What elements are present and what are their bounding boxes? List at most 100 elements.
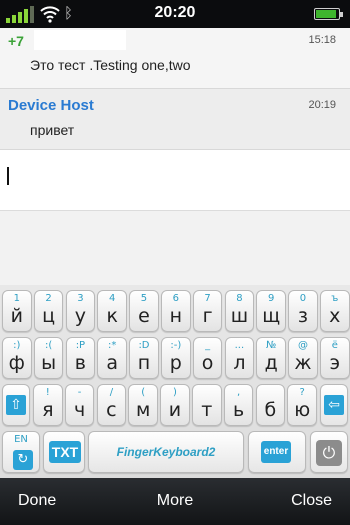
key-д[interactable]: № д [256,337,286,379]
key-г[interactable]: 7г [192,290,223,332]
message-time: 15:18 [308,34,336,46]
key-п[interactable]: :D п [129,337,159,379]
message-sender: Device Host [8,97,94,114]
key-м[interactable]: (м [128,384,158,426]
key-primary-label: р [169,352,182,374]
key-я[interactable]: ! я [33,384,63,426]
key-primary-label: ф [8,352,25,374]
key-primary-label: щ [262,305,281,327]
battery-icon [314,8,343,20]
key-primary-label: э [329,352,341,374]
key-secondary-label: 2 [45,293,52,304]
key-ш[interactable]: 8ш [224,290,255,332]
key-secondary-label: ё [331,340,338,351]
key-з[interactable]: 0з [288,290,318,332]
key-щ[interactable]: 9щ [256,290,286,332]
key-у[interactable]: 3у [65,290,96,332]
key-ч[interactable]: -ч [64,384,95,426]
empty-area [0,211,350,285]
key-в[interactable]: :P в [65,337,96,379]
txt-label: TXT [49,441,81,463]
key-primary-label: й [10,305,23,327]
text-cursor [7,167,9,185]
key-primary-label: м [136,399,151,421]
key-secondary-label: :-) [170,340,182,351]
key-ю[interactable]: ? ю [287,384,317,426]
key-й[interactable]: 1й [2,290,32,332]
key-а[interactable]: :* а [97,337,127,379]
key-primary-label: в [74,352,86,374]
key-secondary-label: 3 [77,293,84,304]
key-secondary-label: ! [45,387,50,398]
key-secondary-label: / [109,387,114,398]
key-primary-label: г [202,305,213,327]
key-primary-label: ы [41,352,57,374]
compose-input[interactable] [0,150,350,211]
key-secondary-label: 9 [268,293,275,304]
message-sender: +7 [8,33,24,49]
key-х[interactable]: ъх [320,290,350,332]
key-primary-label: х [329,305,341,327]
key-secondary-label: 1 [13,293,20,304]
key-secondary-label: 0 [299,293,307,304]
space-key[interactable]: FingerKeyboard2 [88,431,244,473]
key-ж[interactable]: @ ж [288,337,318,379]
space-key-label: FingerKeyboard2 [116,445,216,459]
key-primary-label: ь [232,399,245,421]
key-primary-label: о [201,352,214,374]
key-primary-label: л [233,352,246,374]
language-key[interactable]: EN ↻ [2,431,40,473]
key-secondary-label: № [265,340,277,351]
key-л[interactable]: ... л [224,337,255,379]
message-text: Это тест .Testing one,two [30,57,191,73]
power-key[interactable]: ⏻ [310,431,348,473]
key-ь[interactable]: ,ь [223,384,254,426]
key-с[interactable]: / с [96,384,127,426]
key-secondary-label: :P [75,340,86,351]
key-ц[interactable]: 2ц [33,290,64,332]
key-н[interactable]: 6н [161,290,191,332]
key-т[interactable]: т [192,384,222,426]
message-item[interactable]: Device Host 20:19 привет [0,89,350,150]
key-э[interactable]: ёэ [320,337,350,379]
key-secondary-label: ? [299,387,305,398]
key-secondary-label: @ [297,340,308,351]
key-primary-label: з [297,305,309,327]
key-о[interactable]: _ о [192,337,223,379]
key-и[interactable]: ) и [160,384,190,426]
key-primary-label: ю [294,399,311,421]
power-icon: ⏻ [316,440,342,466]
redacted-number [34,30,126,50]
enter-key[interactable]: enter [248,431,306,473]
key-primary-label: я [42,399,54,421]
key-secondary-label: - [77,387,82,398]
key-ы[interactable]: :(ы [33,337,64,379]
language-label: EN [14,434,28,445]
close-button[interactable]: Close [291,492,332,510]
key-primary-label: ц [42,305,56,327]
shift-key[interactable]: ⇧ [2,384,30,426]
key-б[interactable]: б [255,384,286,426]
status-bar: ᛒ 20:20 [0,0,350,28]
key-primary-label: ч [73,399,86,421]
key-secondary-label: ... [234,340,245,351]
key-primary-label: н [169,305,183,327]
enter-label: enter [261,441,291,463]
key-primary-label: ж [294,352,312,374]
key-р[interactable]: :-) р [161,337,191,379]
message-time: 20:19 [308,99,336,111]
key-secondary-label: ъ [331,293,339,304]
key-secondary-label: 6 [172,293,179,304]
softkey-bar: Done More Close [0,478,350,525]
key-secondary-label: ( [141,387,146,398]
key-е[interactable]: 5е [129,290,159,332]
key-secondary-label: 8 [236,293,243,304]
message-text: привет [30,122,75,138]
shift-arrow-icon: ⇧ [6,395,26,415]
backspace-key[interactable]: ⇦ [320,384,348,426]
key-ф[interactable]: :) ф [2,337,32,379]
txt-mode-key[interactable]: TXT [43,431,85,473]
key-secondary-label: :) [13,340,21,351]
message-item[interactable]: +7 15:18 Это тест .Testing one,two [0,28,350,89]
key-к[interactable]: 4к [97,290,127,332]
